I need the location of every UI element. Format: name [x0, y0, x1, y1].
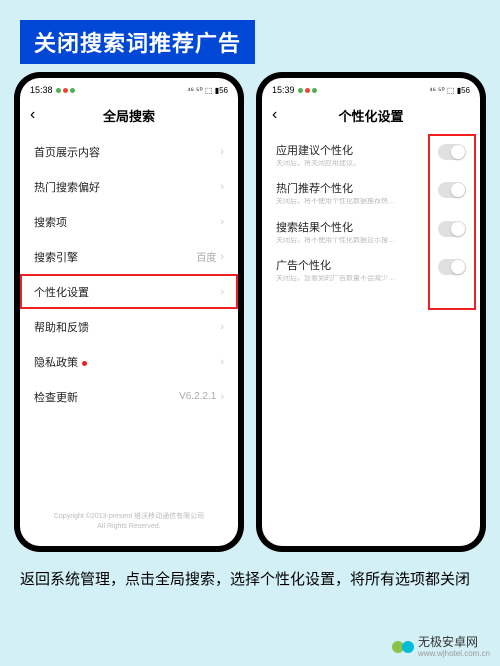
status-bar: 15:39 ⁴⁶ ⁵⁰ ⬚ ▮56	[262, 78, 480, 98]
chevron-right-icon: ›	[220, 146, 224, 158]
toggle-description: 关闭后，将不使用个性化数据推荐热门推荐内容。	[276, 198, 396, 206]
row-value: ›	[220, 216, 224, 228]
row-value: ›	[220, 286, 224, 298]
toggle-label: 应用建议个性化	[276, 142, 430, 158]
row-label: 个性化设置	[34, 284, 89, 300]
watermark: 无极安卓网 www.wjhotel.com.cn	[392, 636, 490, 658]
title-bar: ‹ 个性化设置	[262, 98, 480, 132]
toggle-switch[interactable]	[438, 144, 466, 160]
back-icon[interactable]: ‹	[30, 106, 35, 124]
row-label: 热门搜索偏好	[34, 179, 100, 195]
title-bar: ‹ 全局搜索	[20, 98, 238, 132]
row-label: 检查更新	[34, 389, 78, 405]
row-label: 搜索项	[34, 214, 67, 230]
chevron-right-icon: ›	[220, 216, 224, 228]
page-title: 全局搜索	[103, 106, 155, 125]
row-label: 搜索引擎	[34, 249, 78, 265]
back-icon[interactable]: ‹	[272, 106, 277, 124]
chevron-right-icon: ›	[220, 286, 224, 298]
row-label: 首页展示内容	[34, 144, 100, 160]
settings-row[interactable]: 检查更新 V6.2.2.1›	[20, 379, 238, 414]
chevron-right-icon: ›	[220, 321, 224, 333]
row-value: ›	[220, 321, 224, 333]
toggle-label: 热门推荐个性化	[276, 180, 430, 196]
chevron-right-icon: ›	[220, 181, 224, 193]
toggle-switch[interactable]	[438, 221, 466, 237]
phone-right: 15:39 ⁴⁶ ⁵⁰ ⬚ ▮56 ‹ 个性化设置 应用建议个性化关闭后，将关闭…	[256, 72, 486, 552]
status-time: 15:39	[272, 85, 295, 95]
settings-row[interactable]: 个性化设置 ›	[20, 274, 238, 309]
row-value: V6.2.2.1›	[179, 391, 224, 403]
toggle-list: 应用建议个性化关闭后，将关闭应用建议。热门推荐个性化关闭后，将不使用个性化数据推…	[262, 132, 480, 546]
toggle-description: 关闭后，您看到的广告数量不会减少，但将不使用个性化数据显示广告。	[276, 275, 396, 283]
toggle-row: 热门推荐个性化关闭后，将不使用个性化数据推荐热门推荐内容。	[262, 172, 480, 210]
settings-row[interactable]: 热门搜索偏好 ›	[20, 169, 238, 204]
row-value: ›	[220, 181, 224, 193]
instruction-banner: 关闭搜索词推荐广告	[20, 20, 255, 64]
settings-row[interactable]: 搜索项 ›	[20, 204, 238, 239]
status-bar: 15:38 ⁴⁶ ⁵⁰ ⬚ ▮56	[20, 78, 238, 98]
chevron-right-icon: ›	[220, 251, 224, 263]
status-time: 15:38	[30, 85, 53, 95]
toggle-label: 广告个性化	[276, 257, 430, 273]
toggle-switch[interactable]	[438, 182, 466, 198]
chevron-right-icon: ›	[220, 356, 224, 368]
row-value: 百度›	[196, 249, 224, 264]
toggle-row: 应用建议个性化关闭后，将关闭应用建议。	[262, 134, 480, 172]
phone-pair: 15:38 ⁴⁶ ⁵⁰ ⬚ ▮56 ‹ 全局搜索 首页展示内容›热门搜索偏好›搜…	[14, 72, 486, 552]
status-signal: ⁴⁶ ⁵⁰ ⬚ ▮56	[429, 86, 470, 95]
watermark-icon	[392, 636, 414, 658]
toggle-label: 搜索结果个性化	[276, 219, 430, 235]
settings-row[interactable]: 隐私政策 ›	[20, 344, 238, 379]
watermark-name: 无极安卓网	[418, 636, 490, 649]
toggle-row: 广告个性化关闭后，您看到的广告数量不会减少，但将不使用个性化数据显示广告。	[262, 249, 480, 287]
screen-left: 15:38 ⁴⁶ ⁵⁰ ⬚ ▮56 ‹ 全局搜索 首页展示内容›热门搜索偏好›搜…	[20, 78, 238, 546]
toggle-switch[interactable]	[438, 259, 466, 275]
row-value: ›	[220, 356, 224, 368]
status-signal: ⁴⁶ ⁵⁰ ⬚ ▮56	[187, 86, 228, 95]
toggle-description: 关闭后，将关闭应用建议。	[276, 160, 396, 168]
settings-row[interactable]: 首页展示内容 ›	[20, 134, 238, 169]
screen-right: 15:39 ⁴⁶ ⁵⁰ ⬚ ▮56 ‹ 个性化设置 应用建议个性化关闭后，将关闭…	[262, 78, 480, 546]
chevron-right-icon: ›	[220, 391, 224, 403]
instruction-caption: 返回系统管理，点击全局搜索，选择个性化设置，将所有选项都关闭	[20, 568, 480, 592]
toggle-row: 搜索结果个性化关闭后，将不使用个性化数据显示搜索结果及对结果排序。	[262, 211, 480, 249]
page-title: 个性化设置	[338, 106, 403, 125]
row-value: ›	[220, 146, 224, 158]
copyright-footer: Copyright ©2013-present 维沃移动通信有限公司 All R…	[20, 504, 238, 546]
row-label: 帮助和反馈	[34, 319, 89, 335]
settings-list: 首页展示内容›热门搜索偏好›搜索项›搜索引擎百度›个性化设置›帮助和反馈›隐私政…	[20, 132, 238, 504]
new-dot-icon	[82, 361, 87, 366]
watermark-url: www.wjhotel.com.cn	[418, 649, 490, 658]
settings-row[interactable]: 搜索引擎 百度›	[20, 239, 238, 274]
settings-row[interactable]: 帮助和反馈 ›	[20, 309, 238, 344]
row-label: 隐私政策	[34, 354, 87, 370]
toggle-description: 关闭后，将不使用个性化数据显示搜索结果及对结果排序。	[276, 237, 396, 245]
phone-left: 15:38 ⁴⁶ ⁵⁰ ⬚ ▮56 ‹ 全局搜索 首页展示内容›热门搜索偏好›搜…	[14, 72, 244, 552]
